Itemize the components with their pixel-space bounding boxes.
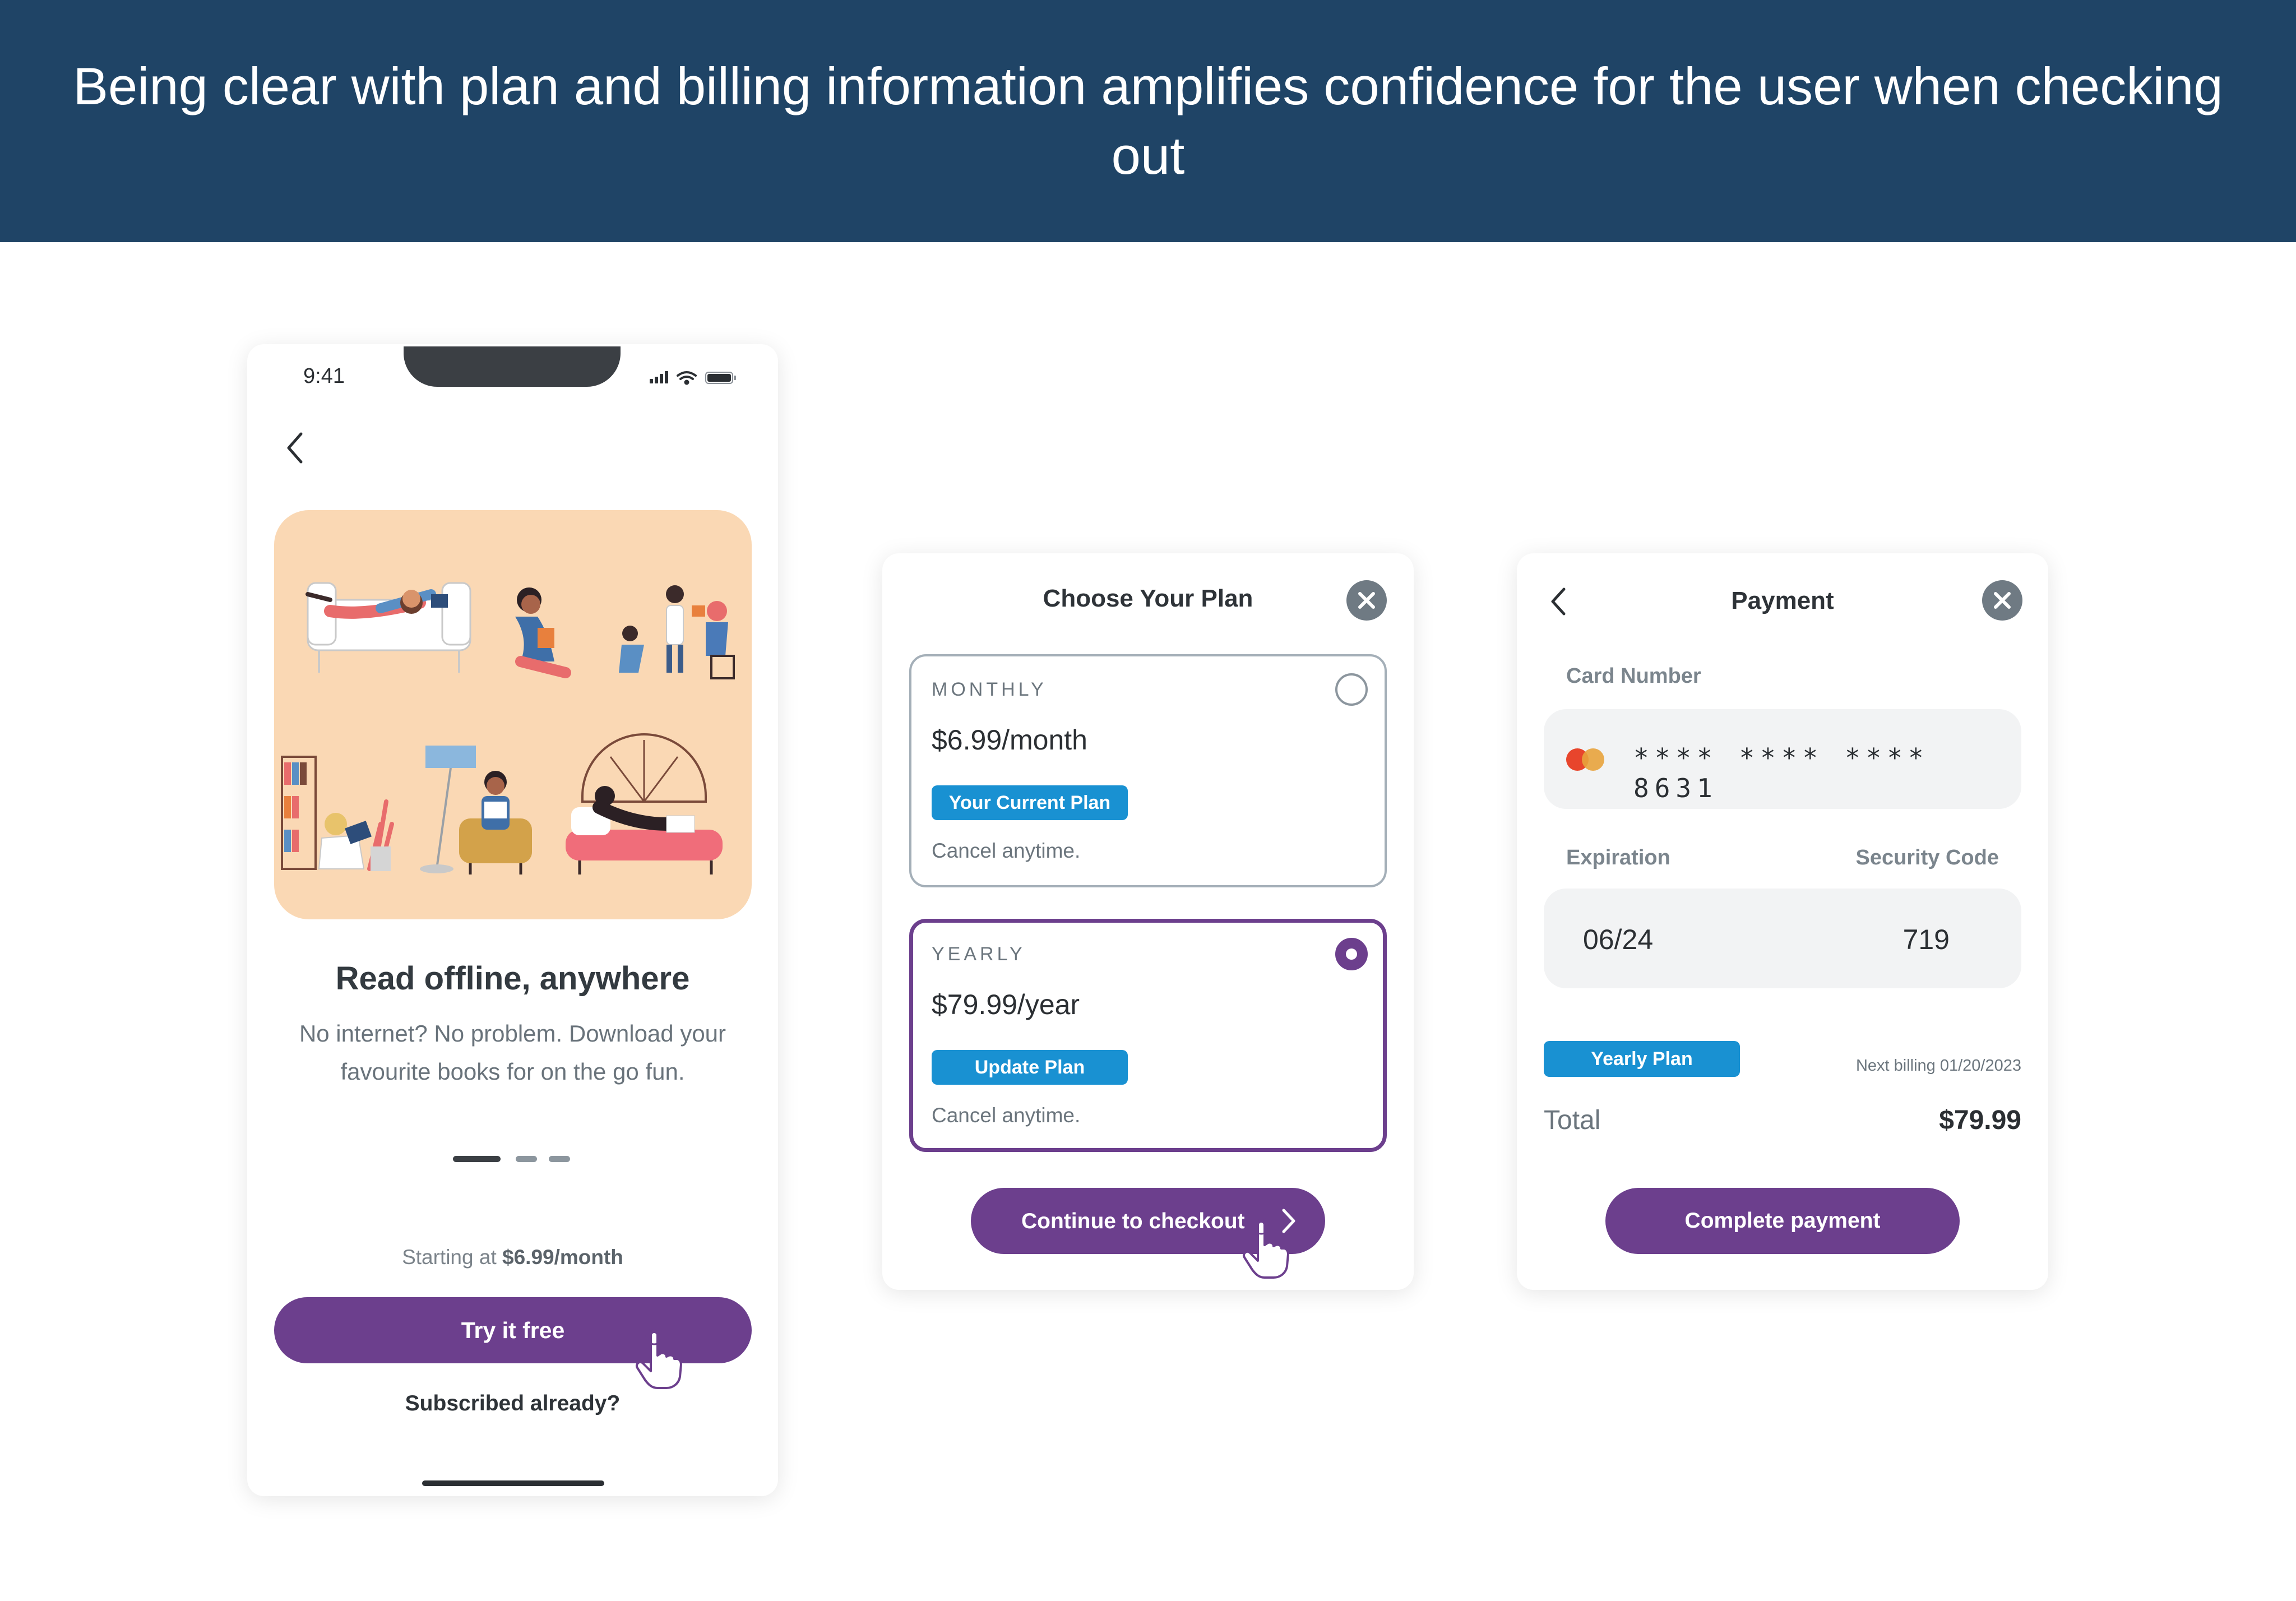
signal-icon bbox=[650, 371, 668, 383]
hand-pointer-icon bbox=[1243, 1218, 1289, 1279]
page-indicator[interactable] bbox=[247, 1156, 778, 1163]
choose-plan-card: Choose Your Plan MONTHLY $6.99/month You… bbox=[882, 553, 1414, 1290]
card-number-label: Card Number bbox=[1566, 664, 1701, 688]
total-label: Total bbox=[1544, 1105, 1601, 1135]
plan-card-title: Choose Your Plan bbox=[1043, 585, 1253, 612]
expiration-label: Expiration bbox=[1566, 846, 1670, 869]
close-plan-button[interactable] bbox=[1346, 580, 1387, 621]
update-plan-button[interactable]: Update Plan bbox=[932, 1050, 1128, 1085]
plan-option-monthly[interactable]: MONTHLY $6.99/month Your Current Plan Ca… bbox=[909, 654, 1387, 887]
home-indicator bbox=[422, 1480, 604, 1486]
next-billing-date: Next billing 01/20/2023 bbox=[1855, 1057, 2021, 1075]
back-chevron-icon[interactable] bbox=[281, 428, 309, 468]
checkout-button-label: Continue to checkout bbox=[1021, 1209, 1245, 1233]
plan-radio-unselected[interactable] bbox=[1335, 673, 1368, 706]
hero-illustration bbox=[274, 510, 752, 919]
sofa-reader-figure bbox=[305, 582, 471, 673]
hand-pointer-icon bbox=[636, 1329, 682, 1389]
page-dot[interactable] bbox=[549, 1156, 570, 1162]
plan-note: Cancel anytime. bbox=[932, 839, 1081, 862]
plan-price: $6.99/month bbox=[932, 724, 1087, 756]
close-icon bbox=[1994, 592, 2011, 609]
mastercard-icon bbox=[1566, 748, 1604, 771]
expiration-security-field[interactable]: 06/24 719 bbox=[1544, 889, 2021, 988]
page-dot[interactable] bbox=[516, 1156, 537, 1162]
current-plan-badge: Your Current Plan bbox=[932, 785, 1128, 820]
page-dot-active[interactable] bbox=[453, 1156, 501, 1162]
plan-price: $79.99/year bbox=[932, 989, 1080, 1020]
status-icons bbox=[650, 371, 736, 385]
header-banner: Being clear with plan and billing inform… bbox=[0, 0, 2296, 242]
banner-headline: Being clear with plan and billing inform… bbox=[73, 57, 2223, 185]
complete-payment-button[interactable]: Complete payment bbox=[1605, 1188, 1960, 1254]
battery-icon bbox=[705, 372, 736, 384]
armchair-reader-figure bbox=[420, 746, 532, 874]
plan-period: YEARLY bbox=[932, 943, 1026, 965]
couch-reader-figure bbox=[566, 733, 723, 874]
plan-period: MONTHLY bbox=[932, 679, 1047, 700]
bookshelf-reader-figure bbox=[281, 756, 394, 871]
payment-card: Payment Card Number **** **** **** 8631 … bbox=[1517, 553, 2048, 1290]
close-payment-button[interactable] bbox=[1982, 580, 2022, 621]
card-number-value: **** **** **** 8631 bbox=[1633, 743, 1929, 803]
total-value: $79.99 bbox=[1939, 1105, 2021, 1135]
expiration-value[interactable]: 06/24 bbox=[1583, 923, 1653, 956]
subscribed-already-link[interactable]: Subscribed already? bbox=[247, 1391, 778, 1416]
phone-onboarding-screen: 9:41 Read offline, anywhere No internet?… bbox=[247, 344, 778, 1496]
plan-option-yearly[interactable]: YEARLY $79.99/year Update Plan Cancel an… bbox=[909, 919, 1387, 1152]
payment-title: Payment bbox=[1731, 587, 1834, 614]
close-icon bbox=[1358, 592, 1375, 609]
people-reading-illustration bbox=[281, 582, 735, 874]
starting-prefix: Starting at bbox=[402, 1246, 503, 1269]
wifi-icon bbox=[677, 371, 697, 385]
plan-radio-selected[interactable] bbox=[1335, 938, 1368, 970]
security-code-label: Security Code bbox=[1855, 846, 1999, 869]
starting-price: $6.99/month bbox=[502, 1246, 623, 1269]
status-time: 9:41 bbox=[303, 364, 345, 388]
onboarding-title: Read offline, anywhere bbox=[335, 960, 690, 997]
onboarding-description: No internet? No problem. Download your f… bbox=[299, 1020, 726, 1085]
security-code-value[interactable]: 719 bbox=[1903, 923, 1950, 956]
plan-note: Cancel anytime. bbox=[932, 1104, 1081, 1127]
sitting-reader-figure bbox=[515, 587, 571, 678]
family-reading-figure bbox=[619, 585, 735, 679]
card-number-field[interactable]: **** **** **** 8631 bbox=[1544, 709, 2021, 809]
phone-notch bbox=[404, 346, 621, 387]
yearly-plan-badge: Yearly Plan bbox=[1544, 1041, 1740, 1077]
starting-price-text: Starting at $6.99/month bbox=[247, 1246, 778, 1269]
